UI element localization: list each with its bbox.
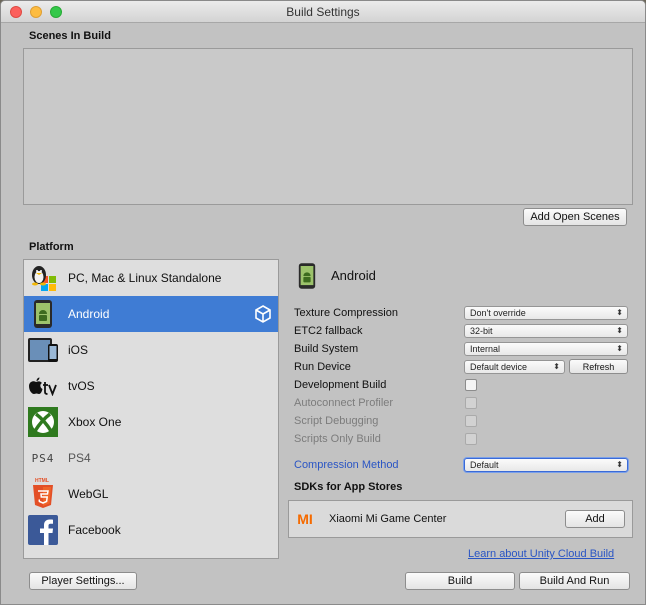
dropdown-arrow-icon: ⬍: [616, 308, 623, 317]
platform-item-android[interactable]: Android: [24, 296, 278, 332]
xbox-icon: [26, 405, 60, 439]
apple-tv-icon: [26, 369, 60, 403]
platform-label: WebGL: [68, 487, 109, 501]
add-open-scenes-button[interactable]: Add Open Scenes: [523, 208, 627, 226]
ios-icon: [26, 333, 60, 367]
sdks-title: SDKs for App Stores: [294, 481, 403, 493]
xiaomi-logo-text: MI: [297, 511, 313, 527]
texture-compression-label: Texture Compression: [294, 307, 398, 319]
platform-label: PS4: [68, 451, 91, 465]
platform-item-webgl[interactable]: HTML WebGL: [24, 476, 278, 512]
platform-item-facebook[interactable]: Facebook: [24, 512, 278, 548]
dropdown-value: Default: [470, 460, 499, 470]
window-title: Build Settings: [286, 5, 360, 19]
autoconnect-profiler-checkbox[interactable]: [465, 397, 477, 409]
pc-mac-linux-icon: [26, 261, 60, 295]
facebook-icon: [26, 513, 60, 547]
platform-list: PC, Mac & Linux Standalone Android iOS t…: [23, 259, 279, 559]
platform-item-pc-mac-linux[interactable]: PC, Mac & Linux Standalone: [24, 260, 278, 296]
unity-current-platform-icon: [254, 305, 272, 323]
dropdown-arrow-icon: ⬍: [553, 362, 560, 371]
dropdown-arrow-icon: ⬍: [616, 344, 623, 353]
cloud-build-link[interactable]: Learn about Unity Cloud Build: [468, 548, 614, 560]
run-device-label: Run Device: [294, 361, 351, 373]
title-bar: Build Settings: [1, 1, 645, 23]
dropdown-value: Default device: [470, 362, 528, 372]
script-debugging-label: Script Debugging: [294, 415, 379, 427]
compression-method-dropdown[interactable]: Default ⬍: [464, 458, 628, 472]
player-settings-button[interactable]: Player Settings...: [29, 572, 137, 590]
selected-platform-icon: [297, 262, 317, 293]
platform-item-ios[interactable]: iOS: [24, 332, 278, 368]
minimize-window-button[interactable]: [30, 6, 42, 18]
development-build-checkbox[interactable]: [465, 379, 477, 391]
run-device-dropdown[interactable]: Default device ⬍: [464, 360, 565, 374]
platform-label: PC, Mac & Linux Standalone: [68, 271, 222, 285]
etc2-fallback-dropdown[interactable]: 32-bit ⬍: [464, 324, 628, 338]
xiaomi-logo-icon: MI: [295, 511, 315, 527]
platform-item-ps4[interactable]: PS4 PS4: [24, 440, 278, 476]
texture-compression-dropdown[interactable]: Don't override ⬍: [464, 306, 628, 320]
dropdown-arrow-icon: ⬍: [616, 460, 623, 469]
build-system-dropdown[interactable]: Internal ⬍: [464, 342, 628, 356]
script-debugging-checkbox[interactable]: [465, 415, 477, 427]
scripts-only-build-label: Scripts Only Build: [294, 433, 381, 445]
close-window-button[interactable]: [10, 6, 22, 18]
add-sdk-button[interactable]: Add: [565, 510, 625, 528]
dropdown-value: Don't override: [470, 308, 526, 318]
dropdown-arrow-icon: ⬍: [616, 326, 623, 335]
autoconnect-profiler-label: Autoconnect Profiler: [294, 397, 394, 409]
dropdown-value: Internal: [470, 344, 501, 354]
ps4-icon: PS4: [26, 441, 60, 475]
platform-label: Facebook: [68, 523, 121, 537]
platform-label: Xbox One: [68, 415, 122, 429]
platform-item-tvos[interactable]: tvOS: [24, 368, 278, 404]
build-settings-window: Build Settings Scenes In Build Add Open …: [0, 0, 646, 605]
platform-title: Platform: [29, 241, 74, 253]
build-button[interactable]: Build: [405, 572, 515, 590]
platform-item-xbox-one[interactable]: Xbox One: [24, 404, 278, 440]
sdk-item-label: Xiaomi Mi Game Center: [329, 513, 447, 525]
html5-logo-text: HTML: [35, 478, 49, 484]
scenes-in-build-title: Scenes In Build: [29, 30, 111, 42]
platform-label: iOS: [68, 343, 89, 357]
ps4-logo-text: PS4: [31, 451, 55, 465]
sdk-list: MI Xiaomi Mi Game Center Add: [288, 500, 633, 538]
refresh-button[interactable]: Refresh: [569, 359, 628, 374]
build-system-label: Build System: [294, 343, 359, 355]
build-and-run-button[interactable]: Build And Run: [519, 572, 630, 590]
platform-label: tvOS: [68, 379, 95, 393]
zoom-window-button[interactable]: [50, 6, 62, 18]
development-build-label: Development Build: [294, 379, 387, 391]
android-icon: [26, 297, 60, 331]
scripts-only-build-checkbox[interactable]: [465, 433, 477, 445]
etc2-fallback-label: ETC2 fallback: [294, 325, 363, 337]
scenes-list[interactable]: [23, 48, 633, 205]
compression-method-label: Compression Method: [294, 459, 399, 471]
platform-label: Android: [68, 307, 110, 321]
html5-icon: HTML: [26, 477, 60, 511]
dropdown-value: 32-bit: [470, 326, 493, 336]
selected-platform-title: Android: [331, 268, 376, 283]
